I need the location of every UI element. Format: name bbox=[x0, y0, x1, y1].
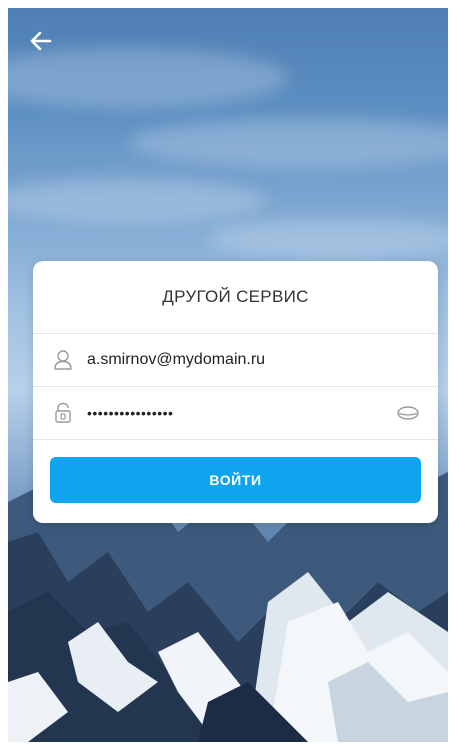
email-field[interactable] bbox=[87, 351, 422, 369]
card-title: ДРУГОЙ СЕРВИС bbox=[33, 261, 438, 334]
cloud bbox=[208, 218, 448, 258]
user-icon bbox=[51, 348, 75, 372]
login-button-container: ВОЙТИ bbox=[33, 440, 438, 503]
login-card: ДРУГОЙ СЕРВИС a.smirnov@mydomain.ru ••••… bbox=[33, 261, 438, 523]
lock-icon bbox=[51, 401, 75, 425]
cloud bbox=[8, 48, 288, 108]
email-row bbox=[33, 334, 438, 387]
eye-icon bbox=[397, 406, 419, 420]
login-button[interactable]: ВОЙТИ bbox=[50, 457, 421, 503]
cloud bbox=[8, 178, 268, 223]
background-image: ДРУГОЙ СЕРВИС a.smirnov@mydomain.ru ••••… bbox=[8, 8, 448, 742]
arrow-left-icon bbox=[30, 31, 52, 51]
password-row bbox=[33, 387, 438, 440]
password-field[interactable] bbox=[87, 405, 394, 421]
back-button[interactable] bbox=[28, 28, 54, 54]
cloud bbox=[128, 118, 448, 168]
show-password-toggle[interactable] bbox=[394, 401, 422, 425]
